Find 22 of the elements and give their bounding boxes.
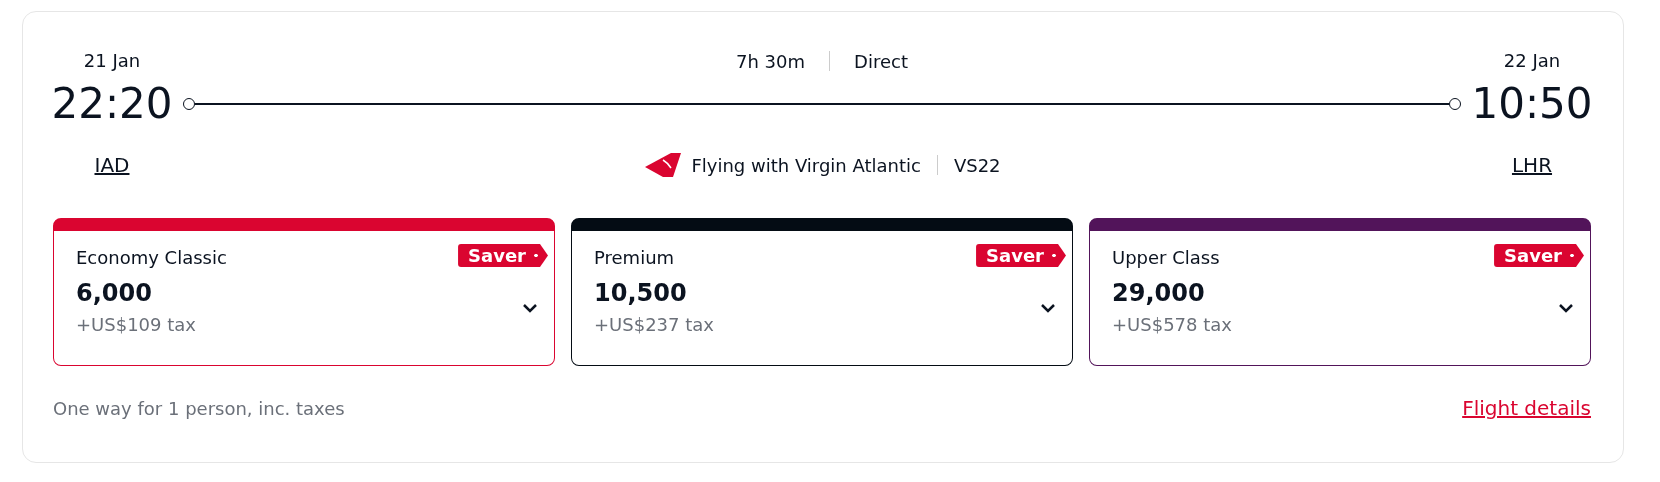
departure-airport-link[interactable]: IAD bbox=[94, 150, 130, 180]
fare-option[interactable]: Upper Class 29,000 +US$578 tax Saver bbox=[1089, 218, 1591, 366]
arrival-time: 10:50 bbox=[1471, 78, 1593, 130]
fare-note: One way for 1 person, inc. taxes bbox=[53, 397, 345, 419]
flight-details-link[interactable]: Flight details bbox=[1462, 396, 1591, 420]
departure-date: 21 Jan bbox=[83, 49, 141, 73]
chevron-down-icon bbox=[1558, 303, 1574, 313]
stops: Direct bbox=[854, 50, 908, 72]
saver-badge: Saver bbox=[976, 244, 1066, 267]
arrival-airport-link[interactable]: LHR bbox=[1511, 150, 1553, 180]
fare-option[interactable]: Economy Classic 6,000 +US$109 tax Saver bbox=[53, 218, 555, 366]
tail-fin-logo-icon bbox=[643, 151, 682, 179]
chevron-down-icon bbox=[522, 303, 538, 313]
departure-time: 22:20 bbox=[51, 78, 173, 130]
flight-number: VS22 bbox=[953, 154, 1001, 176]
duration: 7h 30m bbox=[736, 50, 806, 72]
fare-option[interactable]: Premium 10,500 +US$237 tax Saver bbox=[571, 218, 1073, 366]
saver-badge: Saver bbox=[458, 244, 548, 267]
operator: Flying with Virgin Atlantic bbox=[691, 154, 921, 176]
saver-badge: Saver bbox=[1494, 244, 1584, 267]
arrival-date: 22 Jan bbox=[1503, 49, 1561, 73]
chevron-down-icon bbox=[1040, 303, 1056, 313]
